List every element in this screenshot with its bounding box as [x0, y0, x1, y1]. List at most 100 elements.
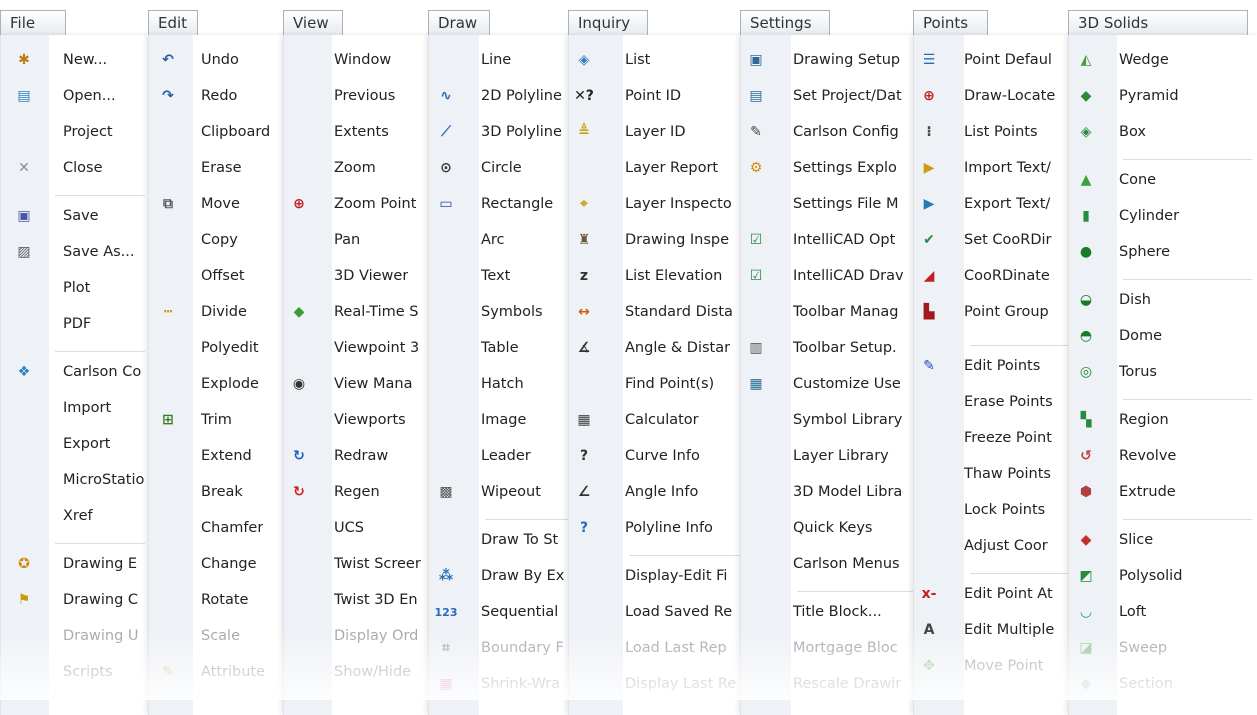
menu-item-file[interactable]: ▨ Save As... [1, 239, 151, 269]
menu-item-view[interactable]: Twist 3D En [284, 587, 434, 617]
menu-item-file[interactable]: ▣ Save [1, 203, 151, 233]
menu-item-view[interactable]: UCS [284, 515, 434, 545]
menu-item-inquiry[interactable]: ∡ Angle & Distar [569, 335, 749, 365]
menu-item-inquiry[interactable]: ♜ Drawing Inspe [569, 227, 749, 257]
menu-item-file[interactable]: ▤ Open... [1, 83, 151, 113]
menu-item-solids[interactable]: ◒ Dish [1069, 287, 1257, 317]
menu-item-view[interactable]: Twist Screer [284, 551, 434, 581]
menu-item-draw[interactable]: Leader [429, 443, 579, 473]
menu-item-edit[interactable]: ↶ Undo [149, 47, 299, 77]
menu-item-inquiry[interactable]: z List Elevation [569, 263, 749, 293]
menu-item-points[interactable]: ▶ Import Text/ [914, 155, 1084, 185]
menu-item-settings[interactable]: ▥ Toolbar Setup. [741, 335, 921, 365]
menu-item-draw[interactable]: ⟋ 3D Polyline [429, 119, 579, 149]
menu-item-view[interactable]: Zoom [284, 155, 434, 185]
menu-item-file[interactable]: ⚑ Drawing C [1, 587, 151, 617]
menu-item-settings[interactable]: ✎ Carlson Config [741, 119, 921, 149]
menu-item-settings[interactable]: Rescale Drawir [741, 671, 921, 701]
menu-item-file[interactable]: MicroStatio [1, 467, 151, 497]
menu-item-draw[interactable]: Table [429, 335, 579, 365]
menu-item-settings[interactable]: ☑ IntelliCAD Drav [741, 263, 921, 293]
menu-item-settings[interactable]: Carlson Menus [741, 551, 921, 581]
menu-item-view[interactable]: Viewpoint 3 [284, 335, 434, 365]
menu-item-edit[interactable]: ┅ Divide [149, 299, 299, 329]
menu-item-solids[interactable]: ↺ Revolve [1069, 443, 1257, 473]
menu-item-file[interactable]: Plot [1, 275, 151, 305]
menu-item-points[interactable]: A Edit Multiple [914, 617, 1084, 647]
menu-item-view[interactable]: Pan [284, 227, 434, 257]
menu-item-file[interactable]: Drawing U [1, 623, 151, 653]
menu-item-draw[interactable]: ⁂ Draw By Ex [429, 563, 579, 593]
menu-item-draw[interactable]: Symbols [429, 299, 579, 329]
menu-tab-solids[interactable]: 3D Solids [1068, 10, 1248, 36]
menu-item-inquiry[interactable]: ✕? Point ID [569, 83, 749, 113]
menu-item-edit[interactable]: Clipboard [149, 119, 299, 149]
menu-item-file[interactable]: Export [1, 431, 151, 461]
menu-item-inquiry[interactable]: ⌖ Layer Inspecto [569, 191, 749, 221]
menu-item-edit[interactable]: Change [149, 551, 299, 581]
menu-tab-file[interactable]: File [0, 10, 66, 36]
menu-item-edit[interactable]: ⧉ Move [149, 191, 299, 221]
menu-item-points[interactable]: Adjust Coor [914, 533, 1084, 563]
menu-item-inquiry[interactable]: ≜ Layer ID [569, 119, 749, 149]
menu-item-view[interactable]: Window [284, 47, 434, 77]
menu-item-solids[interactable]: ◆ Pyramid [1069, 83, 1257, 113]
menu-item-inquiry[interactable]: Load Saved Re [569, 599, 749, 629]
menu-item-edit[interactable]: Break [149, 479, 299, 509]
menu-item-settings[interactable]: Title Block... [741, 599, 921, 629]
menu-item-file[interactable]: Xref [1, 503, 151, 533]
menu-item-edit[interactable]: ↷ Redo [149, 83, 299, 113]
menu-item-draw[interactable]: ⌗ Boundary F [429, 635, 579, 665]
menu-item-inquiry[interactable]: Display Last Re [569, 671, 749, 701]
menu-item-settings[interactable]: ▦ Customize Use [741, 371, 921, 401]
menu-item-solids[interactable]: ● Sphere [1069, 239, 1257, 269]
menu-item-draw[interactable]: Arc [429, 227, 579, 257]
menu-item-points[interactable]: ▙ Point Group [914, 299, 1084, 329]
menu-item-draw[interactable]: ▦ Shrink-Wra [429, 671, 579, 701]
menu-item-solids[interactable]: ◡ Loft [1069, 599, 1257, 629]
menu-item-edit[interactable]: Scale [149, 623, 299, 653]
menu-item-solids[interactable]: ▮ Cylinder [1069, 203, 1257, 233]
menu-item-points[interactable]: Erase Points [914, 389, 1084, 419]
menu-item-settings[interactable]: 3D Model Libra [741, 479, 921, 509]
menu-item-solids[interactable]: ◪ Sweep [1069, 635, 1257, 665]
menu-item-solids[interactable]: ◓ Dome [1069, 323, 1257, 353]
menu-item-points[interactable]: Thaw Points [914, 461, 1084, 491]
menu-item-view[interactable]: ↻ Regen [284, 479, 434, 509]
menu-item-draw[interactable]: ⊙ Circle [429, 155, 579, 185]
menu-item-edit[interactable]: Extend [149, 443, 299, 473]
menu-item-solids[interactable]: ▚ Region [1069, 407, 1257, 437]
menu-item-settings[interactable]: Mortgage Bloc [741, 635, 921, 665]
menu-item-draw[interactable]: Text [429, 263, 579, 293]
menu-item-draw[interactable]: Line [429, 47, 579, 77]
menu-tab-draw[interactable]: Draw [428, 10, 490, 36]
menu-item-view[interactable]: ◉ View Mana [284, 371, 434, 401]
menu-item-view[interactable]: Show/Hide [284, 659, 434, 689]
menu-tab-view[interactable]: View [283, 10, 343, 36]
menu-item-points[interactable]: ✔ Set CooRDir [914, 227, 1084, 257]
menu-item-view[interactable]: 3D Viewer [284, 263, 434, 293]
menu-item-draw[interactable]: ▭ Rectangle [429, 191, 579, 221]
menu-tab-points[interactable]: Points [913, 10, 988, 36]
menu-item-draw[interactable]: 123 Sequential [429, 599, 579, 629]
menu-item-settings[interactable]: Quick Keys [741, 515, 921, 545]
menu-item-file[interactable]: Import [1, 395, 151, 425]
menu-tab-settings[interactable]: Settings [740, 10, 830, 36]
menu-item-view[interactable]: ◆ Real-Time S [284, 299, 434, 329]
menu-item-points[interactable]: Freeze Point [914, 425, 1084, 455]
menu-item-solids[interactable]: ◈ Box [1069, 119, 1257, 149]
menu-item-solids[interactable]: ◆ Slice [1069, 527, 1257, 557]
menu-item-points[interactable]: Lock Points [914, 497, 1084, 527]
menu-item-settings[interactable]: ▣ Drawing Setup [741, 47, 921, 77]
menu-item-file[interactable]: ✱ New... [1, 47, 151, 77]
menu-item-solids[interactable]: ◎ Torus [1069, 359, 1257, 389]
menu-item-points[interactable]: ☰ Point Defaul [914, 47, 1084, 77]
menu-item-file[interactable]: Project [1, 119, 151, 149]
menu-item-points[interactable]: ✎ Edit Points [914, 353, 1084, 383]
menu-item-draw[interactable]: Image [429, 407, 579, 437]
menu-item-solids[interactable]: ▲ Cone [1069, 167, 1257, 197]
menu-item-edit[interactable]: ✎ Attribute [149, 659, 299, 689]
menu-item-inquiry[interactable]: ↔ Standard Dista [569, 299, 749, 329]
menu-item-edit[interactable]: Offset [149, 263, 299, 293]
menu-item-inquiry[interactable]: Layer Report [569, 155, 749, 185]
